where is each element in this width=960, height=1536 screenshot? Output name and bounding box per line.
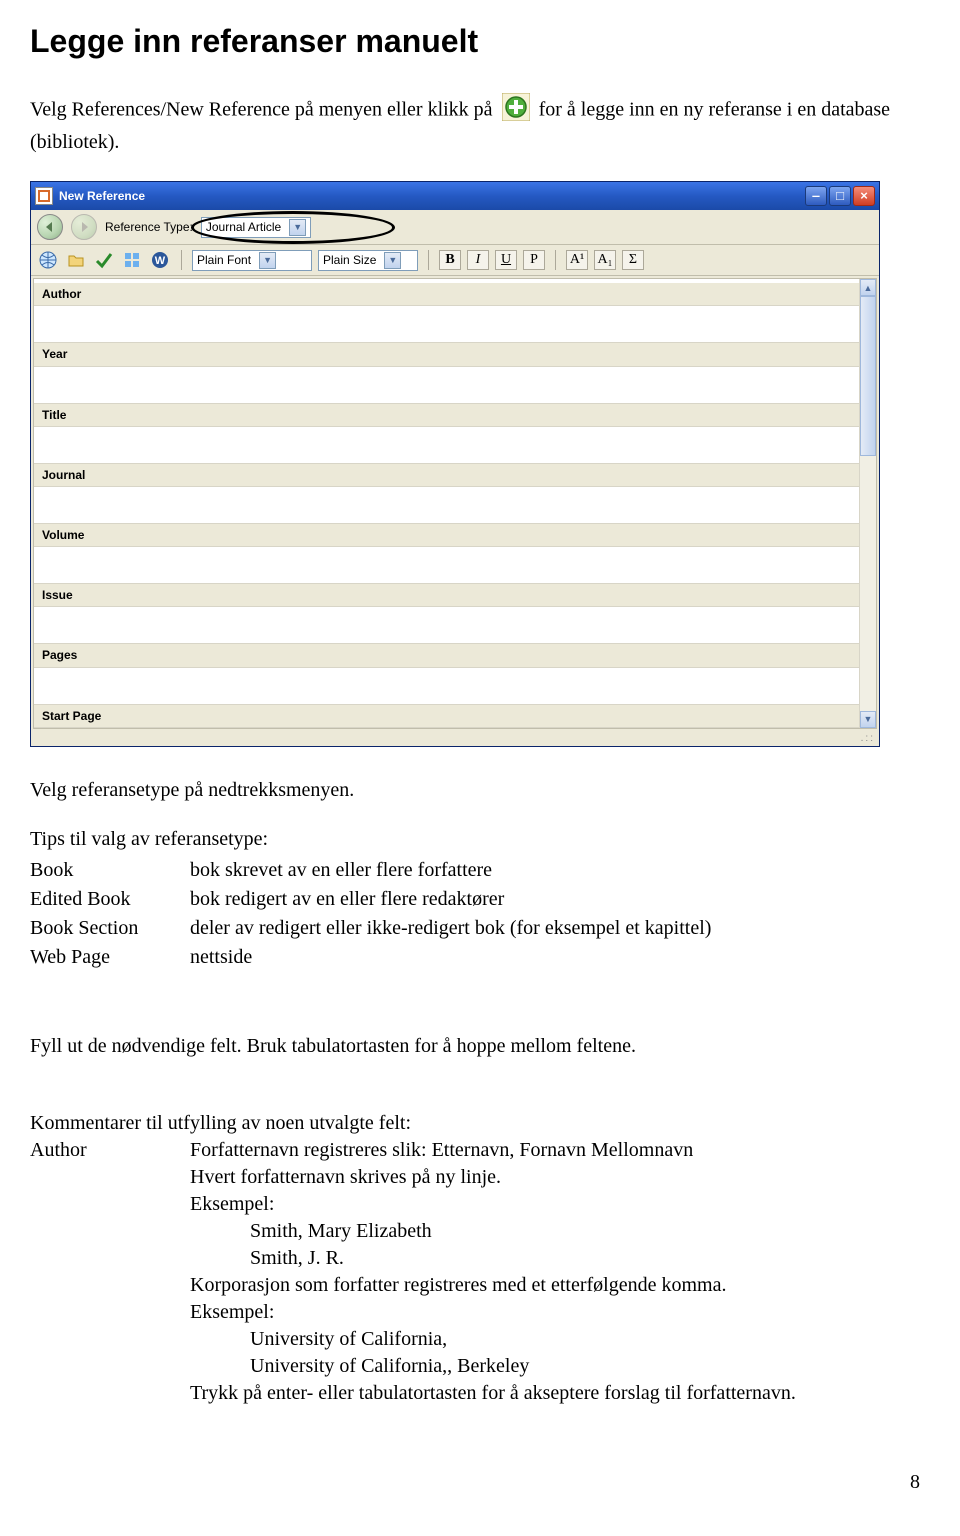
intro-text-1: Velg References/New Reference på menyen …: [30, 99, 498, 121]
minimize-button[interactable]: ‒: [805, 186, 827, 206]
field-label-volume: Volume: [34, 523, 876, 547]
field-label-pages: Pages: [34, 643, 876, 667]
tips-key: Web Page: [30, 944, 190, 973]
font-dropdown[interactable]: Plain Font ▼: [192, 250, 312, 271]
maximize-button[interactable]: □: [829, 186, 851, 206]
window-app-icon: [35, 187, 53, 205]
comments-intro: Kommentarer til utfylling av noen utvalg…: [30, 1110, 930, 1137]
table-row: Web Page nettside: [30, 944, 719, 973]
field-label-author: Author: [34, 283, 876, 306]
field-label-title: Title: [34, 403, 876, 427]
bold-button[interactable]: B: [439, 250, 461, 270]
table-row: Book Section deler av redigert eller ikk…: [30, 915, 719, 944]
italic-button[interactable]: I: [467, 250, 489, 270]
formatting-toolbar: W Plain Font ▼ Plain Size ▼ B I U P A¹ A…: [31, 245, 879, 276]
field-label-startpage: Start Page: [34, 704, 876, 728]
field-label-journal: Journal: [34, 463, 876, 487]
table-row: Book bok skrevet av en eller flere forfa…: [30, 857, 719, 886]
subscript-button[interactable]: A₁: [594, 250, 616, 270]
tips-key: Book: [30, 857, 190, 886]
field-input-issue[interactable]: [34, 607, 876, 643]
field-input-journal[interactable]: [34, 487, 876, 523]
scroll-up-button[interactable]: ▲: [860, 279, 876, 296]
reference-type-dropdown[interactable]: Journal Article ▼: [201, 217, 311, 238]
word-icon[interactable]: W: [149, 249, 171, 271]
font-value: Plain Font: [197, 252, 251, 268]
comments-example: University of California,: [190, 1326, 796, 1353]
reference-type-label: Reference Type:: [105, 219, 193, 235]
field-input-title[interactable]: [34, 427, 876, 463]
add-reference-icon: [502, 93, 530, 129]
field-input-author[interactable]: [34, 306, 876, 342]
fields-panel: Author Year Title Journal Volume Issue P…: [33, 278, 877, 729]
tips-key: Book Section: [30, 915, 190, 944]
toolbar-divider: [555, 250, 556, 270]
comments-key: Author: [30, 1137, 190, 1409]
reference-type-toolbar: Reference Type: Journal Article ▼: [31, 210, 879, 245]
comments-line: Hvert forfatternavn skrives på ny linje.: [190, 1164, 796, 1191]
back-button[interactable]: [37, 214, 63, 240]
fyll-ut-text: Fyll ut de nødvendige felt. Bruk tabulat…: [30, 1033, 930, 1060]
comments-body: Forfatternavn registreres slik: Etternav…: [190, 1137, 804, 1409]
scrollbar[interactable]: ▲ ▼: [859, 279, 876, 728]
grid-icon[interactable]: [121, 249, 143, 271]
scroll-down-button[interactable]: ▼: [860, 711, 876, 728]
field-input-volume[interactable]: [34, 547, 876, 583]
sigma-button[interactable]: Σ: [622, 250, 644, 270]
page-title: Legge inn referanser manuelt: [30, 20, 930, 63]
comments-example: Smith, Mary Elizabeth: [190, 1218, 796, 1245]
tips-value: bok skrevet av en eller flere forfattere: [190, 857, 719, 886]
field-input-pages[interactable]: [34, 668, 876, 704]
chevron-down-icon: ▼: [289, 219, 306, 236]
size-dropdown[interactable]: Plain Size ▼: [318, 250, 418, 271]
resize-handle[interactable]: .::: [31, 731, 879, 747]
field-label-year: Year: [34, 342, 876, 366]
scroll-thumb[interactable]: [860, 296, 876, 456]
folder-icon[interactable]: [65, 249, 87, 271]
intro-paragraph: Velg References/New Reference på menyen …: [30, 93, 930, 156]
forward-button[interactable]: [71, 214, 97, 240]
check-icon[interactable]: [93, 249, 115, 271]
size-value: Plain Size: [323, 252, 376, 268]
comments-section: Kommentarer til utfylling av noen utvalg…: [30, 1110, 930, 1409]
tips-section: Tips til valg av referansetype: Book bok…: [30, 826, 930, 973]
superscript-button[interactable]: A¹: [566, 250, 588, 270]
tips-value: bok redigert av en eller flere redaktøre…: [190, 886, 719, 915]
tips-value: deler av redigert eller ikke-redigert bo…: [190, 915, 719, 944]
page-number: 8: [30, 1469, 930, 1496]
tips-key: Edited Book: [30, 886, 190, 915]
comments-line: Eksempel:: [190, 1299, 796, 1326]
close-button[interactable]: ×: [853, 186, 875, 206]
after-window-text: Velg referansetype på nedtrekksmenyen.: [30, 777, 930, 804]
reference-type-value: Journal Article: [206, 219, 281, 235]
comments-line: Trykk på enter- eller tabulatortasten fo…: [190, 1380, 796, 1407]
new-reference-window: New Reference ‒ □ × Reference Type: Jour…: [30, 181, 880, 747]
underline-button[interactable]: U: [495, 250, 517, 270]
window-titlebar: New Reference ‒ □ ×: [31, 182, 879, 210]
comments-line: Korporasjon som forfatter registreres me…: [190, 1272, 796, 1299]
comments-line: Eksempel:: [190, 1191, 796, 1218]
table-row: Edited Book bok redigert av en eller fle…: [30, 886, 719, 915]
tips-table: Book bok skrevet av en eller flere forfa…: [30, 857, 719, 973]
p-button[interactable]: P: [523, 250, 545, 270]
field-label-issue: Issue: [34, 583, 876, 607]
comments-example: University of California,, Berkeley: [190, 1353, 796, 1380]
tips-intro: Tips til valg av referansetype:: [30, 826, 930, 853]
comments-table: Author Forfatternavn registreres slik: E…: [30, 1137, 804, 1409]
tips-value: nettside: [190, 944, 719, 973]
comments-example: Smith, J. R.: [190, 1245, 796, 1272]
comments-line: Forfatternavn registreres slik: Etternav…: [190, 1137, 796, 1164]
toolbar-divider: [181, 250, 182, 270]
chevron-down-icon: ▼: [259, 252, 276, 269]
window-title: New Reference: [59, 188, 805, 204]
chevron-down-icon: ▼: [384, 252, 401, 269]
globe-icon[interactable]: [37, 249, 59, 271]
field-input-year[interactable]: [34, 367, 876, 403]
table-row: Author Forfatternavn registreres slik: E…: [30, 1137, 804, 1409]
svg-text:W: W: [155, 255, 166, 267]
toolbar-divider: [428, 250, 429, 270]
